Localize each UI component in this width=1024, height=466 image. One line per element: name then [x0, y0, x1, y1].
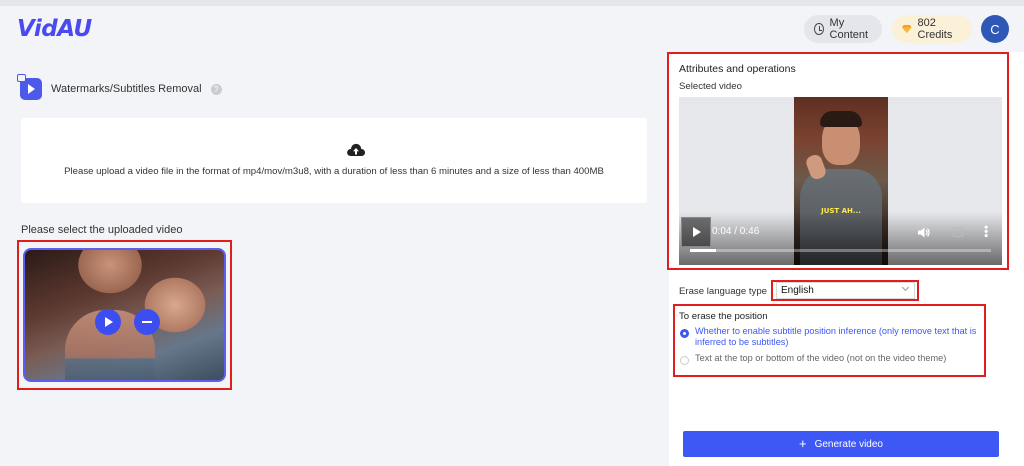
radio-selected[interactable] [680, 329, 689, 338]
video-player[interactable]: JUST AH... 0:04 / 0:46 ••• [679, 97, 1002, 265]
video-time: 0:04 / 0:46 [712, 226, 760, 237]
video-tool-icon [17, 74, 42, 100]
my-content-button[interactable]: My Content [804, 15, 882, 43]
upload-dropzone[interactable]: Please upload a video file in the format… [21, 118, 647, 203]
uploaded-video-highlight [17, 240, 232, 390]
fullscreen-icon[interactable] [953, 227, 963, 237]
my-content-label: My Content [829, 17, 869, 41]
attributes-title: Attributes and operations [679, 63, 796, 75]
position-option-top-bottom[interactable]: Text at the top or bottom of the video (… [680, 353, 980, 365]
language-select[interactable]: English [776, 282, 915, 299]
vidau-logo[interactable]: VidAU [17, 16, 92, 42]
question-circle-icon[interactable]: ? [210, 83, 222, 95]
option-label: Whether to enable subtitle position infe… [695, 326, 977, 347]
upload-instructions: Please upload a video file in the format… [64, 166, 604, 177]
cloud-upload-icon [347, 143, 365, 156]
clock-icon [814, 23, 824, 35]
volume-icon[interactable] [918, 227, 930, 238]
diamond-icon [902, 25, 912, 33]
browser-strip [0, 0, 1024, 6]
top-bar: VidAU My Content 802 Credits C [0, 0, 1024, 52]
video-progress-track[interactable] [690, 249, 991, 252]
more-options-icon[interactable]: ••• [979, 225, 993, 238]
user-avatar[interactable]: C [981, 15, 1009, 43]
selected-video-label: Selected video [679, 81, 742, 92]
erase-language-label: Erase language type [679, 286, 768, 297]
minus-icon[interactable] [134, 309, 160, 335]
uploaded-video-label: Please select the uploaded video [21, 224, 183, 236]
play-icon[interactable] [95, 309, 121, 335]
video-controls [679, 212, 1002, 265]
option-label: Text at the top or bottom of the video (… [695, 353, 947, 363]
credits-label: 802 Credits [917, 17, 953, 41]
tool-header: Watermarks/Subtitles Removal ? [17, 74, 222, 100]
language-value: English [781, 285, 814, 296]
video-progress-fill [690, 249, 717, 252]
uploaded-video-thumbnail[interactable] [23, 248, 226, 382]
erase-position-title: To erase the position [679, 311, 768, 322]
position-option-subtitle-inference[interactable]: Whether to enable subtitle position infe… [680, 326, 980, 348]
video-person-hair [820, 111, 862, 127]
generate-label: Generate video [814, 438, 883, 450]
generate-video-button[interactable]: + Generate video [683, 431, 999, 457]
credits-button[interactable]: 802 Credits [892, 15, 972, 43]
chevron-down-icon [901, 283, 910, 292]
page-title: Watermarks/Subtitles Removal [51, 83, 202, 95]
radio-unselected[interactable] [680, 356, 689, 365]
plus-icon: + [799, 436, 807, 451]
video-play-button[interactable] [681, 217, 711, 247]
